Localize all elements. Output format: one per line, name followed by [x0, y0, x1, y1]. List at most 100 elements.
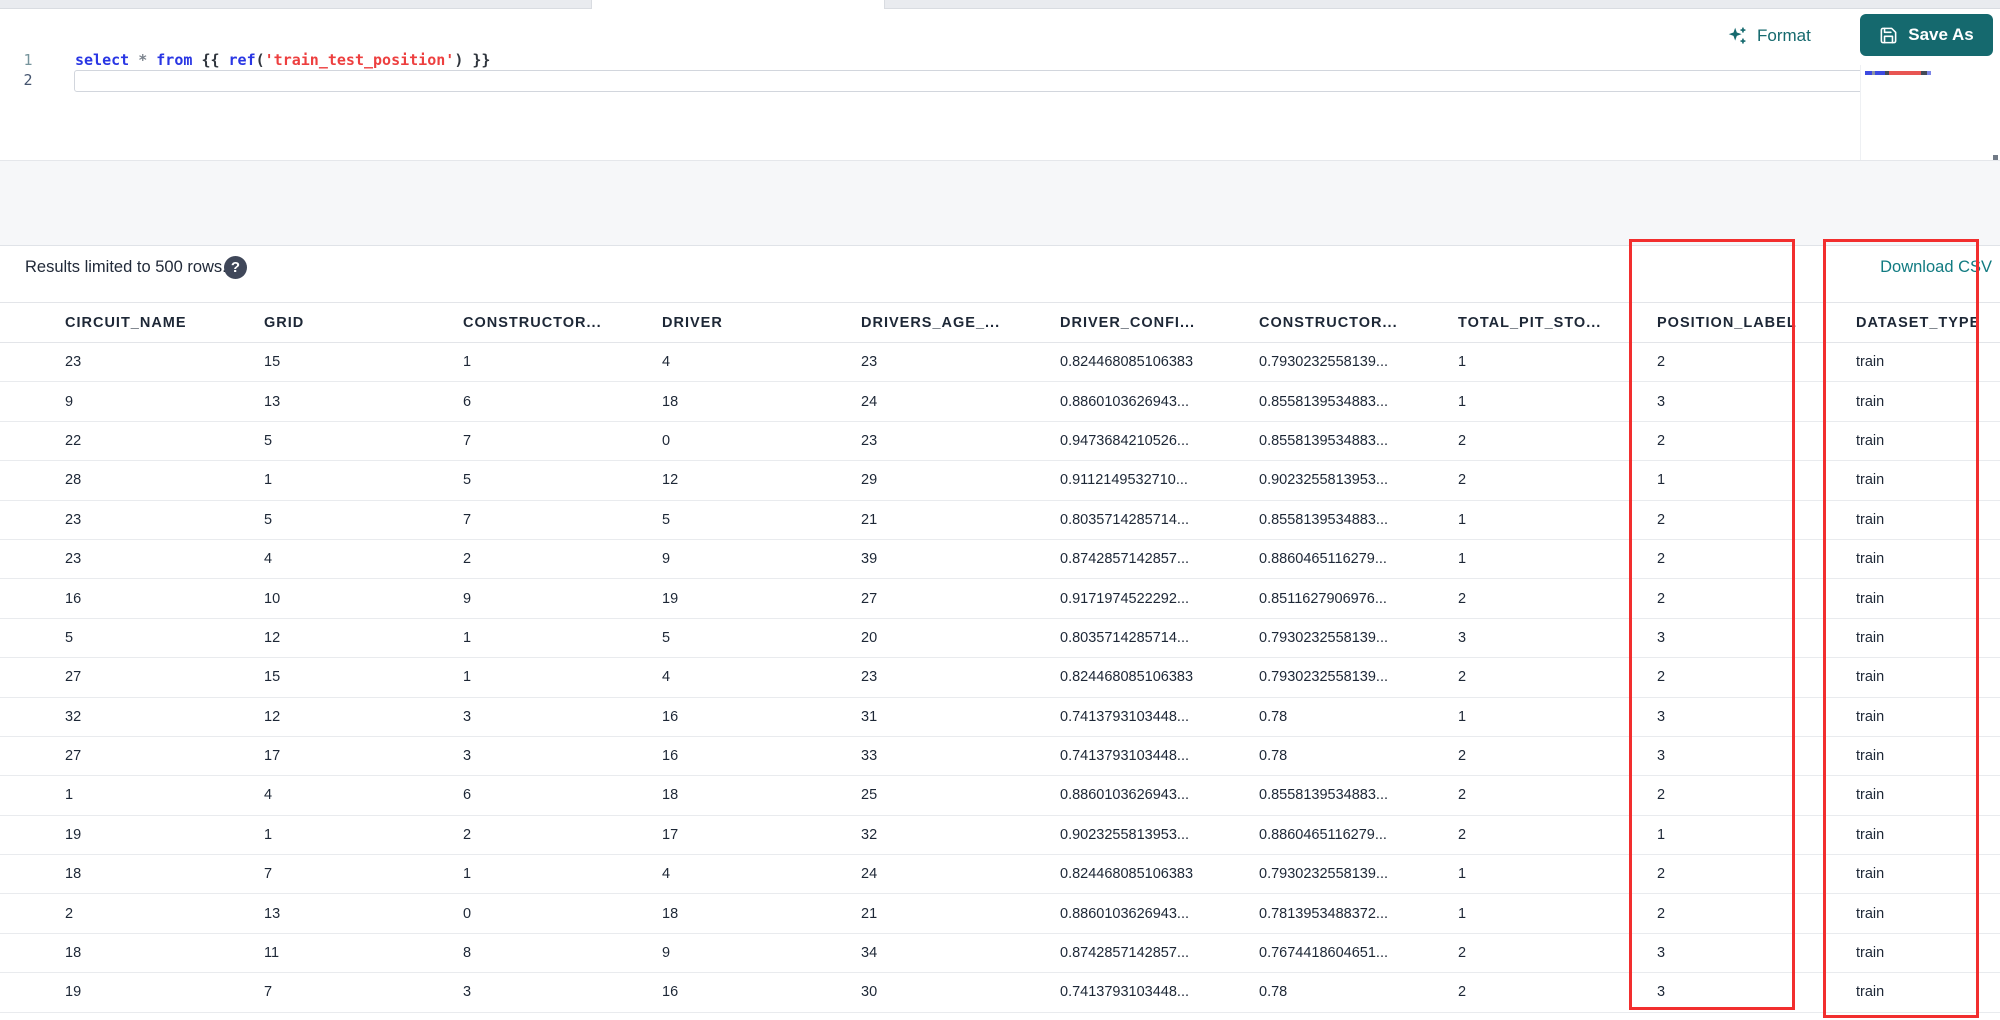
table-cell: 5 [662, 511, 671, 528]
table-cell: 0.8860465116279... [1259, 551, 1387, 568]
column-header: TOTAL_PIT_STO... [1458, 314, 1602, 331]
table-cell: 16 [65, 590, 82, 607]
table-cell: 23 [861, 669, 878, 686]
table-cell: 7 [463, 432, 472, 449]
column-header: CONSTRUCTOR... [1259, 314, 1398, 331]
table-cell: 12 [264, 708, 281, 725]
code-line-1[interactable]: select * from {{ ref('train_test_positio… [75, 50, 490, 70]
table-cell: 2 [1458, 945, 1467, 962]
minimap[interactable] [1860, 65, 1990, 165]
table-cell: 1 [1458, 708, 1467, 725]
table-cell: 2 [1458, 826, 1467, 843]
column-header: CIRCUIT_NAME [65, 314, 187, 331]
table-cell: 21 [861, 905, 878, 922]
table-cell: 19 [65, 826, 82, 843]
table-cell: 7 [264, 984, 273, 1001]
table-cell: 9 [662, 551, 671, 568]
table-cell: 1 [463, 629, 472, 646]
table-cell: 18 [65, 945, 82, 962]
table-cell: 16 [662, 708, 679, 725]
help-icon[interactable]: ? [224, 256, 247, 279]
table-cell: 5 [463, 472, 472, 489]
table-cell: 0.8511627906976... [1259, 590, 1387, 607]
table-cell: 0 [662, 432, 671, 449]
file-tab-left[interactable] [0, 0, 592, 9]
table-cell: 1 [1458, 905, 1467, 922]
table-cell: 0.7930232558139... [1259, 354, 1389, 371]
table-cell: 0.7413793103448... [1060, 708, 1190, 725]
table-cell: 4 [264, 787, 273, 804]
table-cell: 2 [1458, 590, 1467, 607]
table-cell: 24 [861, 393, 878, 410]
table-cell: 0.7930232558139... [1259, 866, 1389, 883]
column-header: DRIVERS_AGE_... [861, 314, 1001, 331]
table-cell: 3 [463, 708, 472, 725]
table-cell: 27 [861, 590, 878, 607]
table-cell: 16 [662, 748, 679, 765]
table-cell: 24 [861, 866, 878, 883]
line-number-1: 1 [23, 51, 33, 69]
code-token: * [138, 51, 148, 69]
table-cell: 0.9473684210526... [1060, 432, 1190, 449]
table-cell: 0.824468085106383 [1060, 354, 1194, 371]
table-cell: 23 [65, 551, 82, 568]
table-cell: 20 [861, 629, 878, 646]
code-token: ref [228, 51, 256, 69]
table-cell: 0.8860103626943... [1060, 787, 1190, 804]
table-cell: 23 [861, 432, 878, 449]
table-cell: 0.7813953488372... [1259, 905, 1389, 922]
table-cell: 1 [463, 866, 472, 883]
table-cell: 0.8558139534883... [1259, 432, 1389, 449]
minimap-code-line [1865, 71, 1957, 75]
save-as-button[interactable]: Save As [1860, 14, 1993, 56]
table-cell: 0.9023255813953... [1060, 826, 1190, 843]
file-tab-active[interactable] [592, 0, 884, 9]
table-cell: 23 [65, 354, 82, 371]
table-cell: 0.7930232558139... [1259, 669, 1389, 686]
sql-editor[interactable]: 1 2 select * from {{ ref('train_test_pos… [0, 9, 2000, 166]
table-cell: 1 [463, 354, 472, 371]
table-cell: 8 [463, 945, 472, 962]
table-cell: 11 [264, 945, 280, 962]
table-cell: 1 [463, 669, 472, 686]
table-cell: 31 [861, 708, 878, 725]
table-cell: 3 [463, 984, 472, 1001]
table-cell: 2 [463, 826, 472, 843]
table-cell: 0.78 [1259, 708, 1288, 725]
table-cell: 34 [861, 945, 878, 962]
table-cell: 27 [65, 669, 82, 686]
table-cell: 28 [65, 472, 82, 489]
format-button[interactable]: Format [1726, 21, 1811, 51]
table-cell: 17 [264, 748, 281, 765]
table-cell: 0.8742857142857... [1060, 551, 1190, 568]
table-cell: 23 [861, 354, 878, 371]
table-cell: 0 [463, 905, 472, 922]
table-cell: 4 [662, 354, 671, 371]
column-header: DRIVER_CONFI... [1060, 314, 1196, 331]
code-token: {{ [201, 51, 220, 69]
table-cell: 33 [861, 748, 878, 765]
table-cell: 0.7930232558139... [1259, 629, 1389, 646]
table-cell: 0.8558139534883... [1259, 511, 1389, 528]
table-cell: 0.8558139534883... [1259, 393, 1389, 410]
table-cell: 12 [662, 472, 679, 489]
save-as-label: Save As [1908, 25, 1974, 44]
table-cell: 25 [861, 787, 878, 804]
file-tab-right[interactable] [884, 0, 2000, 9]
table-cell: 17 [662, 826, 679, 843]
table-cell: 39 [861, 551, 878, 568]
table-cell: 1 [264, 472, 273, 489]
table-cell: 0.8860465116279... [1259, 826, 1387, 843]
table-cell: 0.8860103626943... [1060, 393, 1190, 410]
table-cell: 10 [264, 590, 281, 607]
table-cell: 1 [1458, 866, 1467, 883]
table-cell: 0.9023255813953... [1259, 472, 1389, 489]
editor-active-line-box[interactable] [74, 70, 1976, 92]
sparkle-icon [1726, 25, 1748, 47]
table-cell: 15 [264, 669, 281, 686]
table-cell: 13 [264, 393, 281, 410]
line-number-2: 2 [23, 71, 33, 89]
table-cell: 5 [264, 432, 273, 449]
table-cell: 1 [65, 787, 74, 804]
